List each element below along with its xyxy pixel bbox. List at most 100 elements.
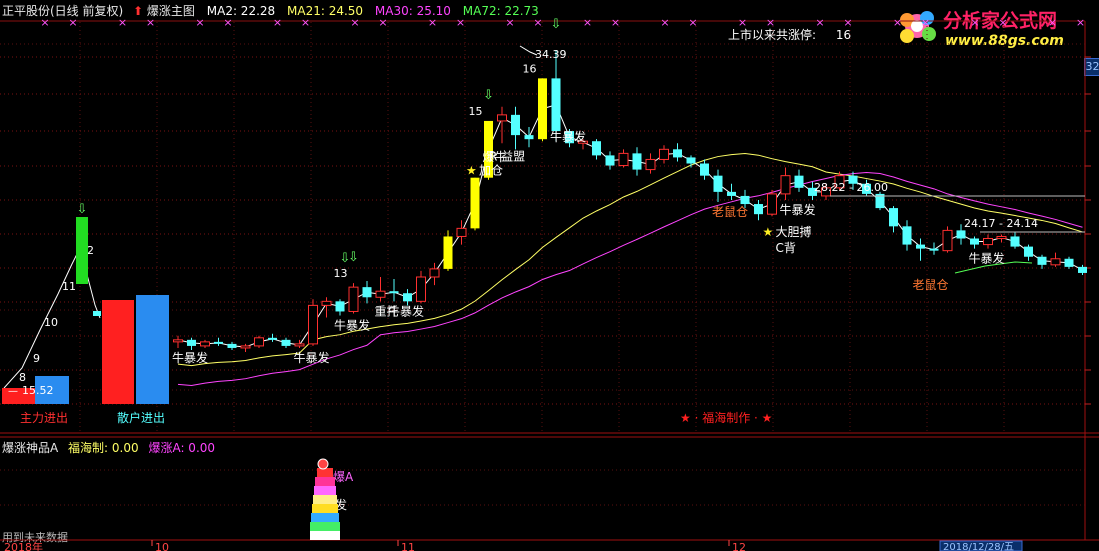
month-label: 10: [155, 541, 169, 551]
left-value-label: 15.52: [22, 384, 54, 397]
down-arrow-icon: ⇩: [551, 17, 562, 32]
candle-body: [1024, 246, 1033, 257]
top-marker: ×: [688, 16, 697, 29]
candle-body: [227, 343, 237, 348]
top-marker: ×: [815, 16, 824, 29]
candle-annotation: 牛暴发: [334, 318, 370, 333]
candle-body: [240, 345, 251, 349]
star-icon: ★: [763, 225, 774, 239]
candle-annotation: 大胆搏: [776, 225, 812, 239]
left-small-candle: [93, 311, 101, 316]
ladder-number: 9: [33, 352, 40, 365]
candle-body: [970, 238, 979, 245]
top-marker: ×: [921, 16, 930, 29]
top-marker: ×: [223, 16, 232, 29]
candle-body: [1037, 256, 1047, 265]
pyramid-block: [313, 495, 337, 504]
candle-body: [511, 114, 520, 136]
top-marker: ×: [195, 16, 204, 29]
candle-body: [524, 135, 534, 140]
year-label: 2018年: [4, 540, 43, 551]
candle-body: [1010, 236, 1020, 247]
ladder-number: 11: [62, 280, 76, 293]
candle-annotation: 重托: [375, 304, 399, 318]
candle-body: [794, 175, 804, 188]
candle-body: [443, 236, 453, 269]
candle-body: [686, 157, 696, 164]
ladder-number: 10: [44, 316, 58, 329]
top-marker: ×: [533, 16, 542, 29]
top-marker: ×: [660, 16, 669, 29]
candle-body: [754, 204, 763, 215]
candle-body: [916, 244, 925, 249]
limit-up-number: 13: [334, 267, 348, 280]
candle-body: [889, 208, 898, 227]
top-marker: ×: [68, 16, 77, 29]
candle-body: [375, 290, 386, 298]
candle-annotation: 老鼠仓: [712, 205, 748, 219]
candle-body: [1064, 258, 1074, 267]
candle-body: [389, 291, 399, 294]
candle-body: [956, 230, 966, 239]
pyramid-block: [312, 504, 338, 513]
month-label: 11: [401, 541, 415, 551]
down-arrow-icon: ⇩: [483, 88, 494, 103]
top-marker: ×: [893, 16, 902, 29]
candle-body: [592, 141, 601, 156]
candle-body: [362, 287, 372, 298]
candle-annotation: 老鼠仓: [913, 278, 949, 292]
pyramid-block: [315, 477, 335, 486]
candle-annotation: C背: [776, 241, 796, 255]
candle-body: [929, 248, 939, 251]
candle-annotation: 加仓: [479, 163, 503, 177]
ladder-number: 8: [19, 371, 26, 384]
top-marker: ×: [118, 16, 127, 29]
pyramid-block: [310, 531, 340, 540]
pyramid-block: [310, 522, 340, 531]
candle-annotation: 牛暴发: [172, 350, 208, 365]
candle-body: [214, 341, 223, 344]
candle-body: [429, 268, 440, 278]
candle-body: [780, 175, 791, 195]
top-marker: ×: [738, 16, 747, 29]
value-marker: —: [8, 386, 18, 397]
candlestick-chart[interactable]: × × × × × × × × × × × × × × × × × × × × × × × × × × × × 13 15 16 ⇩ ⇩ ⇩ ⇩ 牛暴…: [0, 0, 1099, 551]
candle-body: [456, 227, 467, 237]
top-marker: ×: [146, 16, 155, 29]
candle-body: [902, 226, 912, 245]
top-marker: ×: [843, 16, 852, 29]
candle-body: [294, 343, 305, 347]
candle-body: [308, 304, 318, 345]
top-marker: ×: [40, 16, 49, 29]
candle-annotation: 牛暴发: [780, 202, 816, 217]
candle-body: [173, 339, 183, 343]
candle-body: [551, 78, 561, 132]
pyramid-block: [311, 513, 339, 522]
price-note: 28.22 - 26.00: [814, 181, 888, 194]
candle-body: [605, 155, 615, 166]
top-marker: ×: [998, 16, 1007, 29]
top-marker: ×: [378, 16, 387, 29]
down-arrow-icon: ⇩: [340, 251, 351, 266]
candle-body: [335, 301, 345, 312]
top-marker: ×: [1076, 16, 1085, 29]
candle-body: [740, 195, 750, 205]
candle-body: [713, 175, 723, 192]
top-marker: ×: [583, 16, 592, 29]
top-marker: ×: [766, 16, 775, 29]
pyramid-block: [317, 468, 333, 477]
candle-body: [632, 153, 642, 170]
top-marker: ×: [273, 16, 282, 29]
price-note: 24.17 - 24.14: [964, 217, 1038, 230]
candle-body: [321, 300, 332, 306]
candle-body: [538, 78, 547, 140]
candle-body: [254, 337, 264, 347]
candle-body: [200, 341, 210, 347]
candle-body: [1078, 266, 1087, 273]
candle-body: [187, 339, 196, 346]
limit-up-number: 15: [469, 105, 483, 118]
star-icon: ★: [466, 163, 477, 177]
burst-ball-icon: [317, 458, 329, 470]
limit-up-number: 16: [523, 62, 537, 75]
candle-body: [700, 163, 709, 176]
